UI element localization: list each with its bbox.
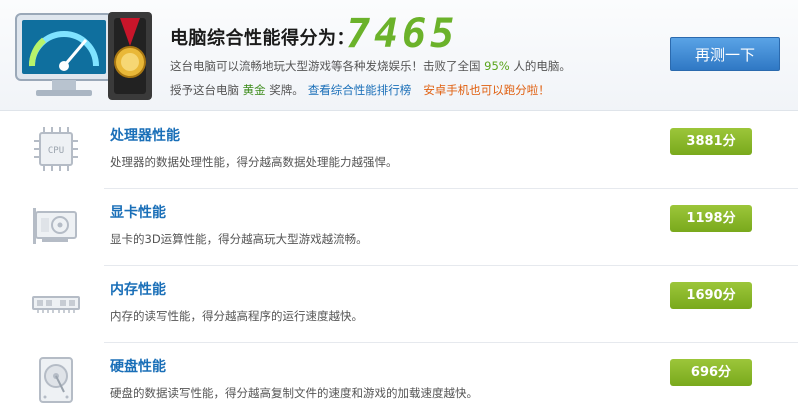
item-name: 显卡性能 bbox=[110, 205, 166, 221]
item-name: 处理器性能 bbox=[110, 128, 180, 144]
list-item-memory: 内存性能 内存的读写性能，得分越高程序的运行速度越快。 1690分 bbox=[0, 265, 798, 343]
speedometer-monitor-icon bbox=[15, 13, 113, 96]
retest-button[interactable]: 再测一下 bbox=[670, 37, 780, 71]
item-name: 硬盘性能 bbox=[110, 359, 166, 375]
item-score-badge: 696分 bbox=[670, 359, 752, 386]
item-score-badge: 1198分 bbox=[670, 205, 752, 232]
hard-disk-icon bbox=[39, 357, 73, 403]
summary-header: 电脑综合性能得分为： 7465 这台电脑可以流畅地玩大型游戏等各种发烧娱乐！击败… bbox=[0, 0, 798, 111]
cpu-icon-label: CPU bbox=[48, 146, 64, 156]
medal-level: 黄金 bbox=[242, 83, 266, 97]
medal-text-after: 奖牌。 bbox=[265, 83, 304, 97]
overall-score-title: 电脑综合性能得分为： bbox=[170, 28, 355, 49]
list-item-disk: 硬盘性能 硬盘的数据读写性能，得分越高复制文件的速度和游戏的加载速度越快。 69… bbox=[0, 342, 798, 420]
beat-percentage: 95% bbox=[484, 59, 510, 73]
item-description: 硬盘的数据读写性能，得分越高复制文件的速度和游戏的加载速度越快。 bbox=[110, 386, 478, 400]
android-promo-link[interactable]: 安卓手机也可以跑分啦！ bbox=[423, 83, 550, 97]
medal-text-before: 授予这台电脑 bbox=[170, 83, 243, 97]
gold-medal-icon bbox=[108, 12, 152, 100]
ranking-link[interactable]: 查看综合性能排行榜 bbox=[308, 83, 412, 97]
graphics-card-icon bbox=[33, 208, 77, 244]
item-description: 内存的读写性能，得分越高程序的运行速度越快。 bbox=[110, 309, 363, 323]
list-item-cpu: CPU 处理器性能 处理器的数据处理性能，得分越高数据处理能力越强悍。 3881… bbox=[0, 111, 798, 189]
summary-text-before: 这台电脑可以流畅地玩大型游戏等各种发烧娱乐！击败了全国 bbox=[170, 59, 485, 73]
item-description: 处理器的数据处理性能，得分越高数据处理能力越强悍。 bbox=[110, 155, 398, 169]
score-summary: 这台电脑可以流畅地玩大型游戏等各种发烧娱乐！击败了全国 95% 人的电脑。 bbox=[170, 58, 571, 74]
item-name: 内存性能 bbox=[110, 282, 166, 298]
overall-score-value: 7465 bbox=[346, 11, 459, 57]
cpu-icon: CPU bbox=[34, 127, 78, 171]
medal-summary: 授予这台电脑 黄金 奖牌。 查看综合性能排行榜 安卓手机也可以跑分啦！ bbox=[170, 82, 550, 98]
item-description: 显卡的3D运算性能，得分越高玩大型游戏越流畅。 bbox=[110, 232, 368, 246]
item-score-badge: 3881分 bbox=[670, 128, 752, 155]
memory-stick-icon bbox=[32, 296, 80, 313]
list-item-gpu: 显卡性能 显卡的3D运算性能，得分越高玩大型游戏越流畅。 1198分 bbox=[0, 188, 798, 266]
item-score-badge: 1690分 bbox=[670, 282, 752, 309]
summary-text-after: 人的电脑。 bbox=[509, 59, 571, 73]
